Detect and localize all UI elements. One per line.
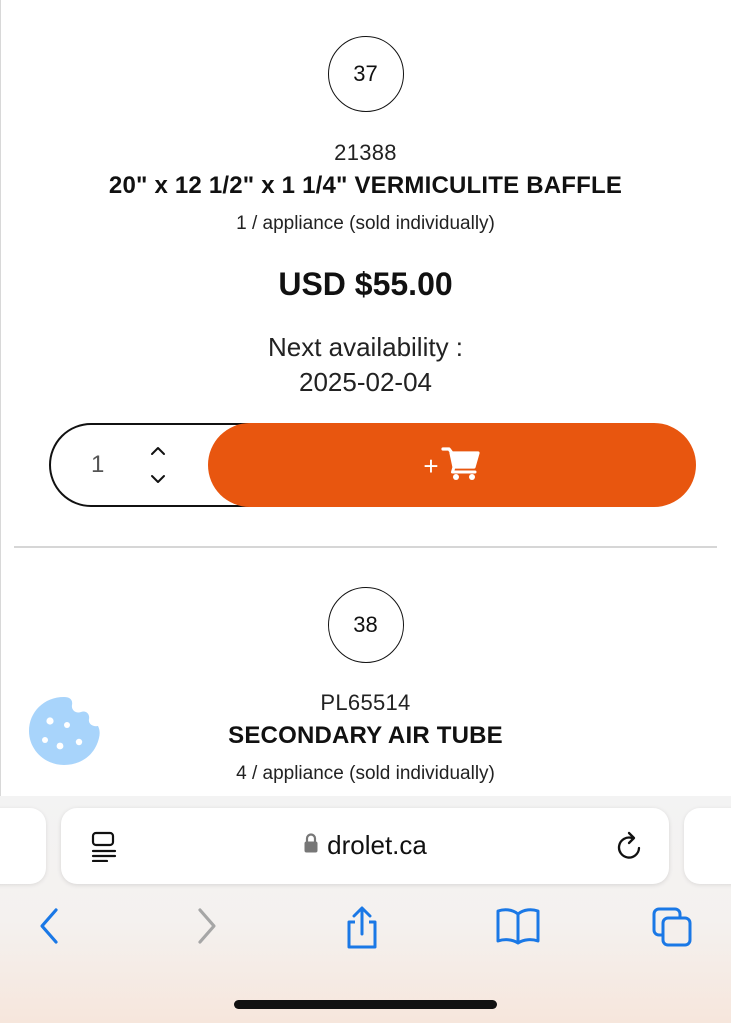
add-to-cart-button[interactable]: + [208,423,696,507]
back-icon[interactable] [34,906,64,946]
add-plus: + [423,450,439,481]
quantity-value[interactable]: 1 [91,451,104,479]
browser-toolbar: drolet.ca [0,796,731,1023]
forward-icon[interactable] [192,906,222,946]
product-quantity-note: 4 / appliance (sold individually) [236,763,495,784]
product-title[interactable]: SECONDARY AIR TUBE [0,722,731,750]
tabs-icon[interactable] [651,906,693,948]
product-list: 37 21388 20" x 12 1/2" x 1 1/4" VERMICUL… [0,0,731,796]
bookmarks-icon[interactable] [495,906,541,946]
reload-icon[interactable] [615,830,645,867]
quantity-increase-icon[interactable] [148,443,168,459]
product-title[interactable]: 20" x 12 1/2" x 1 1/4" VERMICULITE BAFFL… [0,172,731,200]
cart-icon [440,445,481,486]
url-display[interactable]: drolet.ca [61,830,669,861]
product-index: 38 [353,612,378,637]
product-index-badge: 38 [327,587,404,663]
product-divider [14,546,717,548]
url-text: drolet.ca [327,830,427,860]
cookie-settings-icon[interactable] [26,694,102,768]
availability-label: Next availability : [267,332,464,362]
product-index: 37 [353,61,378,86]
product-index-badge: 37 [327,36,404,112]
product-price: USD $55.00 [278,266,453,302]
product-sku: 21388 [334,140,397,165]
previous-tab-preview[interactable] [0,808,46,884]
lock-icon [303,830,319,861]
product-quantity-note: 1 / appliance (sold individually) [236,213,495,234]
home-indicator[interactable] [234,1000,497,1009]
address-bar[interactable]: drolet.ca [61,808,669,884]
share-icon[interactable] [342,906,382,950]
product-sku: PL65514 [320,690,411,715]
quantity-decrease-icon[interactable] [148,471,168,487]
next-tab-preview[interactable] [684,808,731,884]
availability-date: 2025-02-04 [299,367,432,397]
